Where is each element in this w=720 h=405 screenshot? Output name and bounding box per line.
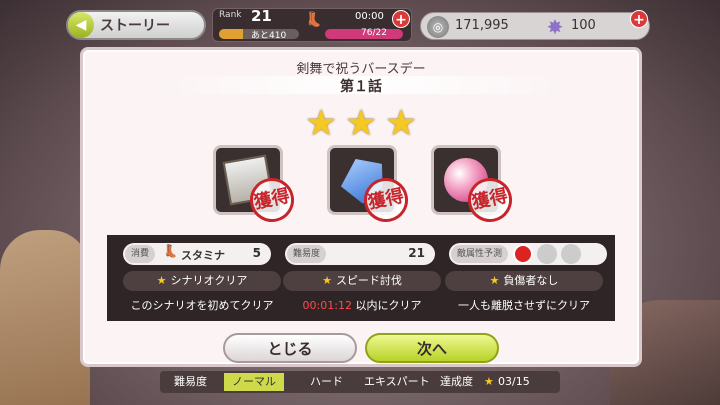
difficulty-label: 難易度	[174, 375, 207, 388]
star-icon: ★	[385, 103, 418, 144]
condition-label: 負傷者なし	[503, 274, 559, 287]
stamina-cost-value: 5	[252, 246, 261, 260]
stamina-cost-cell: 消費 👢 スタミナ 5	[123, 243, 271, 265]
condition-label: スピード討伐	[335, 274, 402, 287]
achievement-label: 達成度	[440, 375, 473, 388]
back-label: ストーリー	[100, 18, 170, 34]
stage-info-dialog: 剣舞で祝うバースデー 第１話 ★ ★ ★ 獲得 獲得 獲得 消費 👢 スタミナ …	[80, 47, 642, 367]
currency-panel: ◎ 171,995 ✸ 100	[420, 12, 650, 40]
condition-star-icon: ★	[489, 274, 500, 287]
reward-item-crystal[interactable]: 獲得	[327, 145, 413, 227]
star-rating: ★ ★ ★	[305, 106, 421, 142]
stamina-cost-label: スタミナ	[181, 249, 225, 262]
close-button[interactable]: とじる	[223, 333, 357, 363]
enemy-attribute-tag: 敵属性予測	[451, 245, 509, 263]
fire-attribute-icon	[513, 244, 533, 264]
condition-scenario-clear: ★ シナリオクリア	[123, 271, 281, 291]
difficulty-value: 21	[408, 246, 425, 260]
background-character	[0, 230, 90, 405]
condition-star-icon: ★	[322, 274, 332, 287]
difficulty-bar: 難易度 ノーマル ハード エキスパート 達成度 ★ 03/15	[160, 371, 560, 393]
gem-icon: ✸	[546, 15, 564, 39]
rank-progress-fill	[219, 29, 243, 39]
condition-description: 一人も離脱させずにクリア	[458, 299, 590, 312]
stamina-timer: 00:00	[355, 11, 384, 22]
coin-count: 171,995	[455, 18, 509, 33]
coin-icon: ◎	[427, 16, 449, 38]
condition-no-injury: ★ 負傷者なし	[445, 271, 603, 291]
time-limit: 00:01:12	[302, 299, 352, 312]
episode-title: 第１話	[340, 79, 382, 95]
rank-number: 21	[251, 7, 272, 25]
next-button[interactable]: 次へ	[365, 333, 499, 363]
back-arrow-icon: ◀	[68, 12, 94, 38]
cost-tag: 消費	[125, 245, 156, 263]
condition-label: シナリオクリア	[170, 274, 248, 287]
rank-stamina-panel: Rank 21 あと410 👢 00:00 76/22	[212, 7, 412, 42]
rank-label: Rank	[219, 10, 242, 20]
stage-info-panel: 消費 👢 スタミナ 5 難易度 21 敵属性予測 ★ シナリオクリア ★ スピード討…	[107, 235, 615, 321]
story-title: 剣舞で祝うバースデー	[296, 62, 426, 77]
gem-count: 100	[571, 18, 596, 33]
star-icon: ★	[345, 103, 378, 144]
condition-description-suffix: 以内にクリア	[351, 299, 422, 312]
condition-speed: ★ スピード討伐	[283, 271, 441, 291]
difficulty-hard-tab[interactable]: ハード	[310, 373, 343, 391]
achievement-star-icon: ★	[484, 375, 494, 388]
difficulty-expert-tab[interactable]: エキスパート	[364, 373, 430, 391]
attribute-slot-icon	[537, 244, 557, 264]
top-hud: ◀ ストーリー Rank 21 あと410 👢 00:00 76/22 + ◎ …	[0, 6, 720, 42]
difficulty-cell: 難易度 21	[285, 243, 435, 265]
condition-description: このシナリオを初めてクリア	[130, 299, 274, 312]
enemy-attribute-cell: 敵属性予測	[449, 243, 607, 265]
reward-item-orb[interactable]: 獲得	[431, 145, 517, 227]
star-icon: ★	[305, 103, 338, 144]
stamina-shoe-icon: 👢	[305, 12, 323, 28]
add-stamina-plus-icon[interactable]: +	[392, 10, 410, 28]
add-gem-plus-icon[interactable]: +	[630, 10, 648, 28]
difficulty-normal-tab[interactable]: ノーマル	[224, 373, 284, 391]
stamina-value: 76/22	[361, 28, 387, 38]
rank-next: あと410	[251, 31, 287, 41]
condition-description: 00:01:12 以内にクリア	[283, 297, 441, 313]
difficulty-tag: 難易度	[287, 245, 327, 263]
condition-star-icon: ★	[156, 274, 167, 287]
stamina-cost-shoe-icon: 👢	[163, 244, 178, 258]
reward-item-book[interactable]: 獲得	[213, 145, 299, 227]
back-button[interactable]: ◀ ストーリー	[66, 10, 206, 40]
attribute-slot-icon	[561, 244, 581, 264]
achievement-value: 03/15	[498, 375, 530, 388]
